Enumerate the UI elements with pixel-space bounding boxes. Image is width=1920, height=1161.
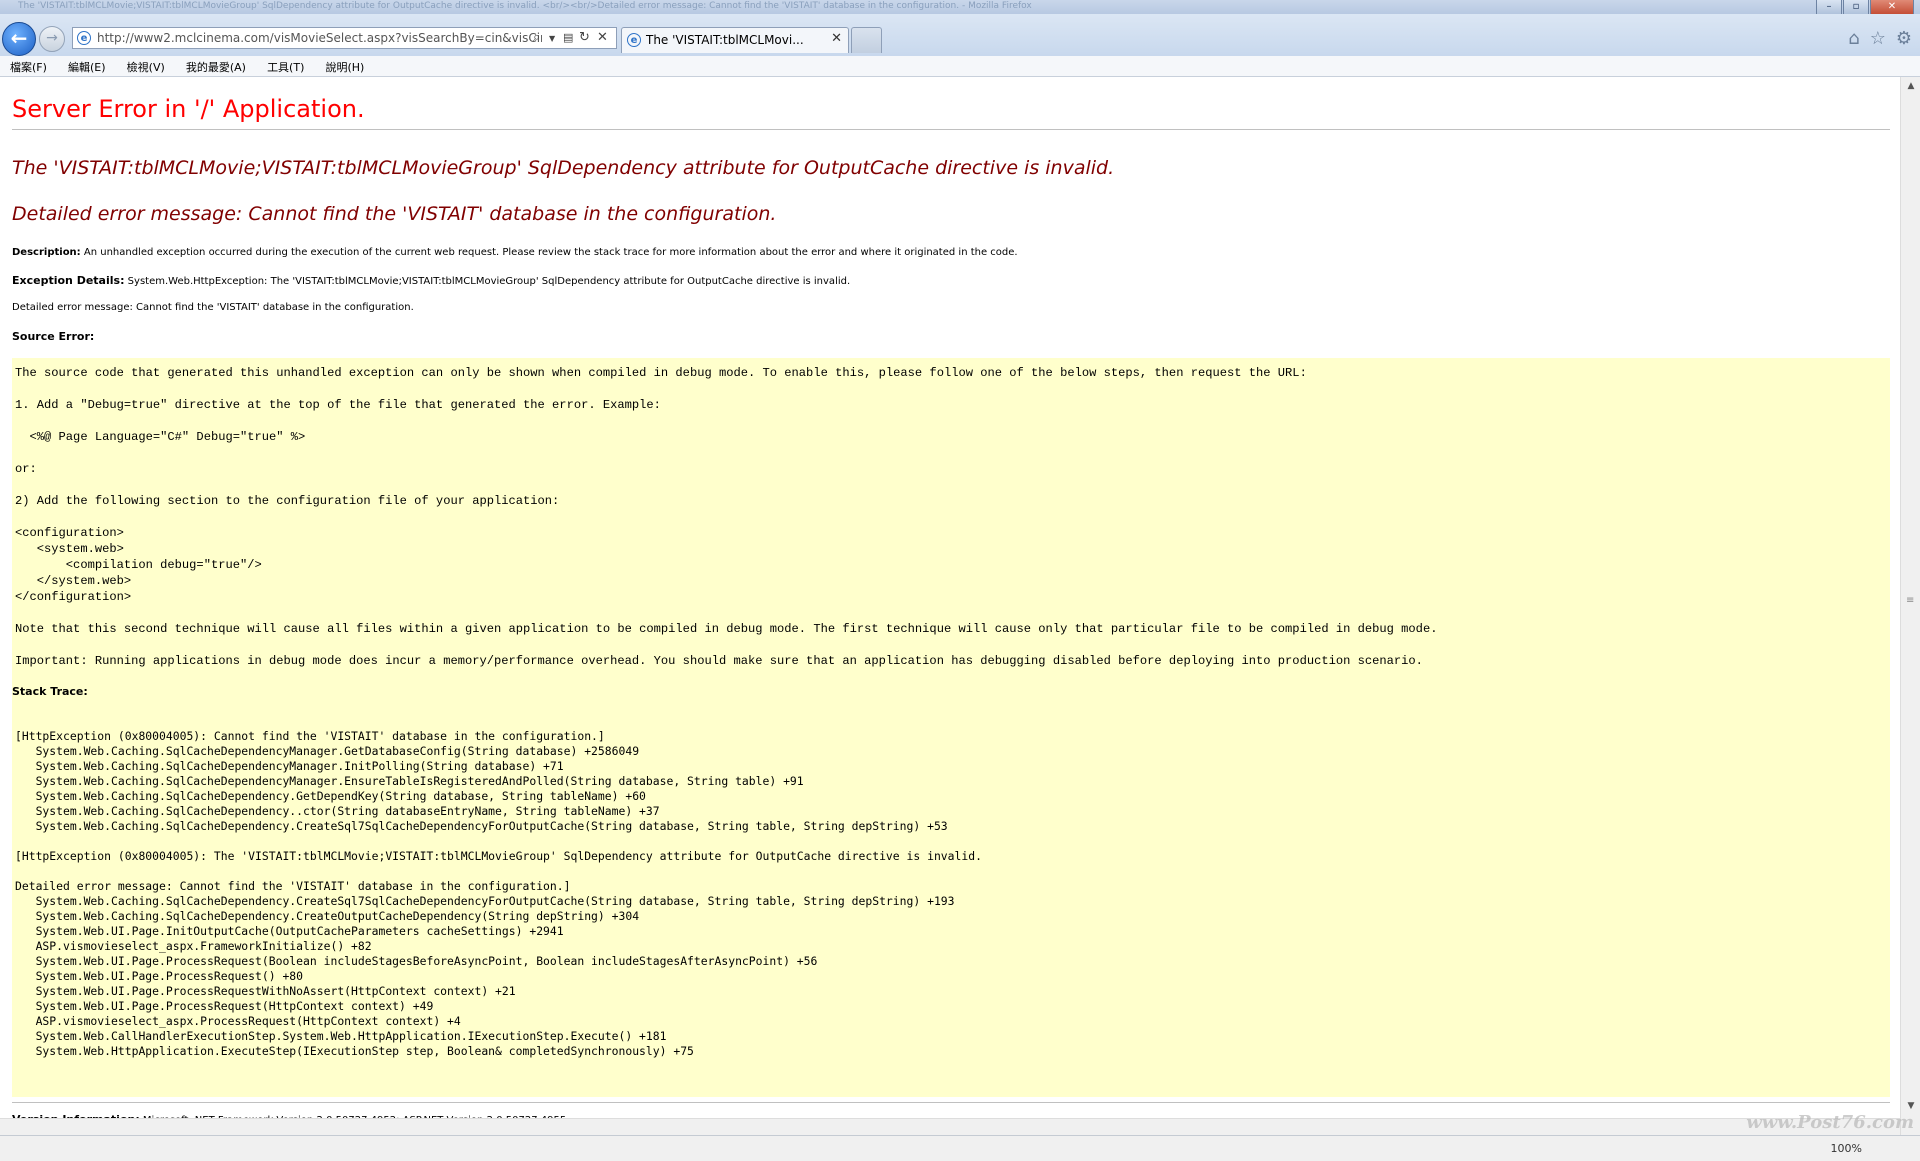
tab-title: The 'VISTAIT:tblMCLMovi... <box>646 33 804 47</box>
scroll-grip-icon[interactable]: ≡ <box>1906 595 1914 606</box>
scroll-up-icon[interactable]: ▲ <box>1901 81 1920 91</box>
menu-file[interactable]: 檔案(F) <box>10 58 47 78</box>
dropdown-icon[interactable]: ▼ <box>549 34 555 43</box>
compatibility-icon[interactable]: ▤ <box>563 31 573 44</box>
forward-arrow-icon[interactable]: → <box>39 26 65 52</box>
refresh-icon[interactable]: ↻ <box>579 30 590 45</box>
exception-details: Exception Details: System.Web.HttpExcept… <box>12 274 850 287</box>
gear-icon[interactable]: ⚙ <box>1896 28 1912 49</box>
page-favicon-icon: e <box>77 31 91 45</box>
watermark: www.Post76.com <box>1746 1112 1914 1133</box>
tab-close-icon[interactable]: ✕ <box>831 31 842 46</box>
page-content: Server Error in '/' Application. The 'VI… <box>0 77 1900 1135</box>
search-icon[interactable]: ⌕ <box>533 30 540 45</box>
status-bar: www.Post76.com 100% <box>0 1112 1920 1161</box>
menu-bar: 檔案(F) 編輯(E) 檢視(V) 我的最愛(A) 工具(T) 說明(H) <box>0 56 1920 77</box>
source-error-box: The source code that generated this unha… <box>12 358 1890 747</box>
vertical-scrollbar[interactable]: ▲ ≡ ▼ <box>1900 77 1920 1135</box>
page-title: Server Error in '/' Application. <box>12 95 365 123</box>
error-detail-heading: Detailed error message: Cannot find the … <box>12 203 777 225</box>
exception-text: System.Web.HttpException: The 'VISTAIT:t… <box>127 276 851 287</box>
window-title: The 'VISTAIT:tblMCLMovie;VISTAIT:tblMCLM… <box>18 1 1032 11</box>
menu-tools[interactable]: 工具(T) <box>267 58 304 78</box>
description: Description: An unhandled exception occu… <box>12 247 1018 258</box>
address-bar[interactable]: e http://www2.mclcinema.com/visMovieSele… <box>72 27 617 49</box>
description-label: Description: <box>12 247 81 258</box>
menu-edit[interactable]: 編輯(E) <box>68 58 106 78</box>
tab-active[interactable]: e The 'VISTAIT:tblMCLMovi... ✕ <box>621 27 849 53</box>
new-tab-button[interactable] <box>851 27 882 53</box>
source-error-label: Source Error: <box>12 330 95 343</box>
stack-trace-box: [HttpException (0x80004005): Cannot find… <box>12 714 1890 1097</box>
toolbar-icons: ⌂ ☆ ⚙ <box>1848 28 1912 49</box>
back-arrow-icon[interactable]: ← <box>2 22 36 56</box>
close-icon[interactable]: ✕ <box>597 30 608 45</box>
error-heading: The 'VISTAIT:tblMCLMovie;VISTAIT:tblMCLM… <box>12 157 1115 179</box>
scroll-down-icon[interactable]: ▼ <box>1901 1101 1920 1111</box>
stack-trace-label: Stack Trace: <box>12 685 88 698</box>
home-icon[interactable]: ⌂ <box>1848 28 1859 49</box>
stack-trace-text: [HttpException (0x80004005): Cannot find… <box>15 729 982 1058</box>
star-icon[interactable]: ☆ <box>1870 28 1886 49</box>
exception-label: Exception Details: <box>12 274 125 287</box>
exception-detail-text: Detailed error message: Cannot find the … <box>12 302 414 313</box>
menu-help[interactable]: 說明(H) <box>325 58 364 78</box>
window-title-bar: The 'VISTAIT:tblMCLMovie;VISTAIT:tblMCLM… <box>0 0 1920 17</box>
divider <box>12 1102 1890 1103</box>
menu-view[interactable]: 檢視(V) <box>127 58 165 78</box>
tab-favicon-icon: e <box>627 33 641 47</box>
description-text: An unhandled exception occurred during t… <box>83 247 1018 258</box>
source-error-text: The source code that generated this unha… <box>15 366 1438 668</box>
menu-favorites[interactable]: 我的最愛(A) <box>186 58 246 78</box>
zoom-level[interactable]: 100% <box>1831 1142 1862 1155</box>
url-input[interactable]: http://www2.mclcinema.com/visMovieSelect… <box>97 31 542 45</box>
divider <box>12 129 1890 130</box>
horizontal-scrollbar[interactable] <box>0 1118 1900 1136</box>
